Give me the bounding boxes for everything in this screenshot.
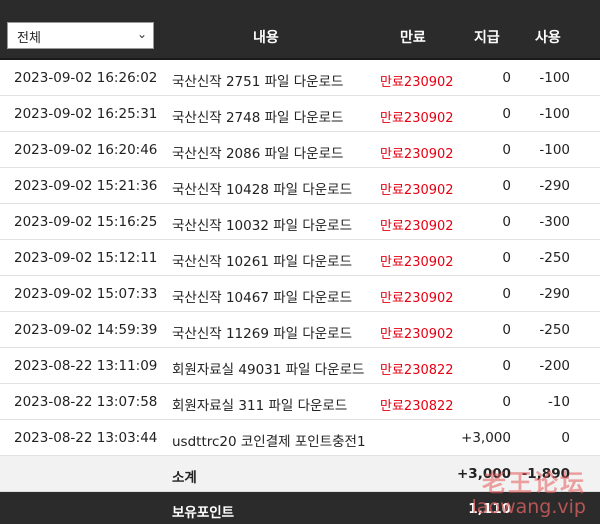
column-header-given: 지급 [474, 30, 500, 46]
row-content: usdttrc20 코인결제 포인트충전1 [172, 434, 366, 450]
row-content: 국산신작 10467 파일 다운로드 [172, 290, 353, 306]
row-expiry: 만료230902 [380, 183, 454, 198]
row-expiry: 만료230902 [380, 111, 454, 126]
point-history-table: 전체 ⌄ 내용 만료 지급 사용 2023-09-02 16:26:02 국산신작… [0, 0, 600, 524]
table-row: 2023-09-02 15:16:25 국산신작 10032 파일 다운로드 만료2… [0, 204, 600, 240]
row-expiry: 만료230902 [380, 219, 454, 234]
row-expiry: 만료230822 [380, 399, 454, 414]
row-datetime: 2023-09-02 15:16:25 [14, 214, 158, 230]
row-expiry: 만료230902 [380, 327, 454, 342]
row-content: 국산신작 2086 파일 다운로드 [172, 146, 344, 162]
row-given: 0 [502, 250, 511, 266]
row-used: 0 [561, 430, 570, 446]
row-expiry: 만료230902 [380, 255, 454, 270]
row-datetime: 2023-09-02 14:59:39 [14, 322, 158, 338]
row-datetime: 2023-09-02 16:20:46 [14, 142, 158, 158]
row-given: 0 [502, 286, 511, 302]
row-datetime: 2023-08-22 13:11:09 [14, 358, 158, 374]
chevron-down-icon: ⌄ [136, 27, 147, 41]
row-content: 국산신작 10428 파일 다운로드 [172, 182, 353, 198]
row-used: -300 [539, 214, 570, 230]
row-given: 0 [502, 106, 511, 122]
filter-select[interactable]: 전체 ⌄ [7, 22, 154, 49]
column-header-expiry: 만료 [400, 30, 426, 46]
table-header: 전체 ⌄ 내용 만료 지급 사용 [0, 0, 600, 60]
row-datetime: 2023-09-02 15:07:33 [14, 286, 158, 302]
subtotal-label: 소계 [172, 470, 197, 486]
row-content: 국산신작 2751 파일 다운로드 [172, 74, 344, 90]
row-content: 국산신작 11269 파일 다운로드 [172, 326, 353, 342]
row-given: 0 [502, 142, 511, 158]
row-used: -10 [547, 394, 570, 410]
subtotal-row: 소계 +3,000 -1,890 [0, 456, 600, 492]
row-given: 0 [502, 394, 511, 410]
row-used: -100 [539, 106, 570, 122]
row-used: -250 [539, 322, 570, 338]
balance-value: 1,110 [468, 501, 511, 517]
subtotal-used: -1,890 [521, 466, 570, 482]
table-row: 2023-09-02 16:20:46 국산신작 2086 파일 다운로드 만료23… [0, 132, 600, 168]
column-header-content: 내용 [253, 30, 279, 46]
column-header-used: 사용 [535, 30, 561, 46]
row-datetime: 2023-08-22 13:07:58 [14, 394, 158, 410]
table-row: 2023-09-02 15:12:11 국산신작 10261 파일 다운로드 만료2… [0, 240, 600, 276]
row-given: 0 [502, 178, 511, 194]
row-used: -290 [539, 286, 570, 302]
row-datetime: 2023-08-22 13:03:44 [14, 430, 158, 446]
row-datetime: 2023-09-02 15:12:11 [14, 250, 158, 266]
row-given: 0 [502, 70, 511, 86]
row-content: 국산신작 10261 파일 다운로드 [172, 254, 353, 270]
table-row: 2023-08-22 13:11:09 회원자료실 49031 파일 다운로드 만료… [0, 348, 600, 384]
row-datetime: 2023-09-02 16:26:02 [14, 70, 158, 86]
table-row: 2023-08-22 13:03:44 usdttrc20 코인결제 포인트충전1… [0, 420, 600, 456]
table-row: 2023-09-02 15:07:33 국산신작 10467 파일 다운로드 만료2… [0, 276, 600, 312]
row-used: -290 [539, 178, 570, 194]
row-expiry: 만료230902 [380, 147, 454, 162]
row-expiry: 만료230902 [380, 291, 454, 306]
row-used: -100 [539, 70, 570, 86]
row-datetime: 2023-09-02 16:25:31 [14, 106, 158, 122]
table-row: 2023-09-02 15:21:36 국산신작 10428 파일 다운로드 만료2… [0, 168, 600, 204]
row-used: -250 [539, 250, 570, 266]
row-given: 0 [502, 322, 511, 338]
row-content: 국산신작 10032 파일 다운로드 [172, 218, 353, 234]
balance-row: 보유포인트 1,110 [0, 492, 600, 524]
row-content: 회원자료실 311 파일 다운로드 [172, 398, 348, 414]
row-expiry: 만료230822 [380, 363, 454, 378]
row-datetime: 2023-09-02 15:21:36 [14, 178, 158, 194]
row-given: +3,000 [461, 430, 511, 446]
table-row: 2023-09-02 16:25:31 국산신작 2748 파일 다운로드 만료23… [0, 96, 600, 132]
table-row: 2023-09-02 16:26:02 국산신작 2751 파일 다운로드 만료23… [0, 60, 600, 96]
row-content: 회원자료실 49031 파일 다운로드 [172, 362, 365, 378]
subtotal-given: +3,000 [456, 466, 511, 482]
row-used: -100 [539, 142, 570, 158]
table-body: 2023-09-02 16:26:02 국산신작 2751 파일 다운로드 만료23… [0, 60, 600, 456]
row-used: -200 [539, 358, 570, 374]
table-row: 2023-09-02 14:59:39 국산신작 11269 파일 다운로드 만료2… [0, 312, 600, 348]
row-expiry: 만료230902 [380, 75, 454, 90]
row-given: 0 [502, 214, 511, 230]
balance-label: 보유포인트 [172, 505, 235, 521]
row-content: 국산신작 2748 파일 다운로드 [172, 110, 344, 126]
row-given: 0 [502, 358, 511, 374]
filter-select-value: 전체 [17, 31, 41, 46]
table-row: 2023-08-22 13:07:58 회원자료실 311 파일 다운로드 만료23… [0, 384, 600, 420]
